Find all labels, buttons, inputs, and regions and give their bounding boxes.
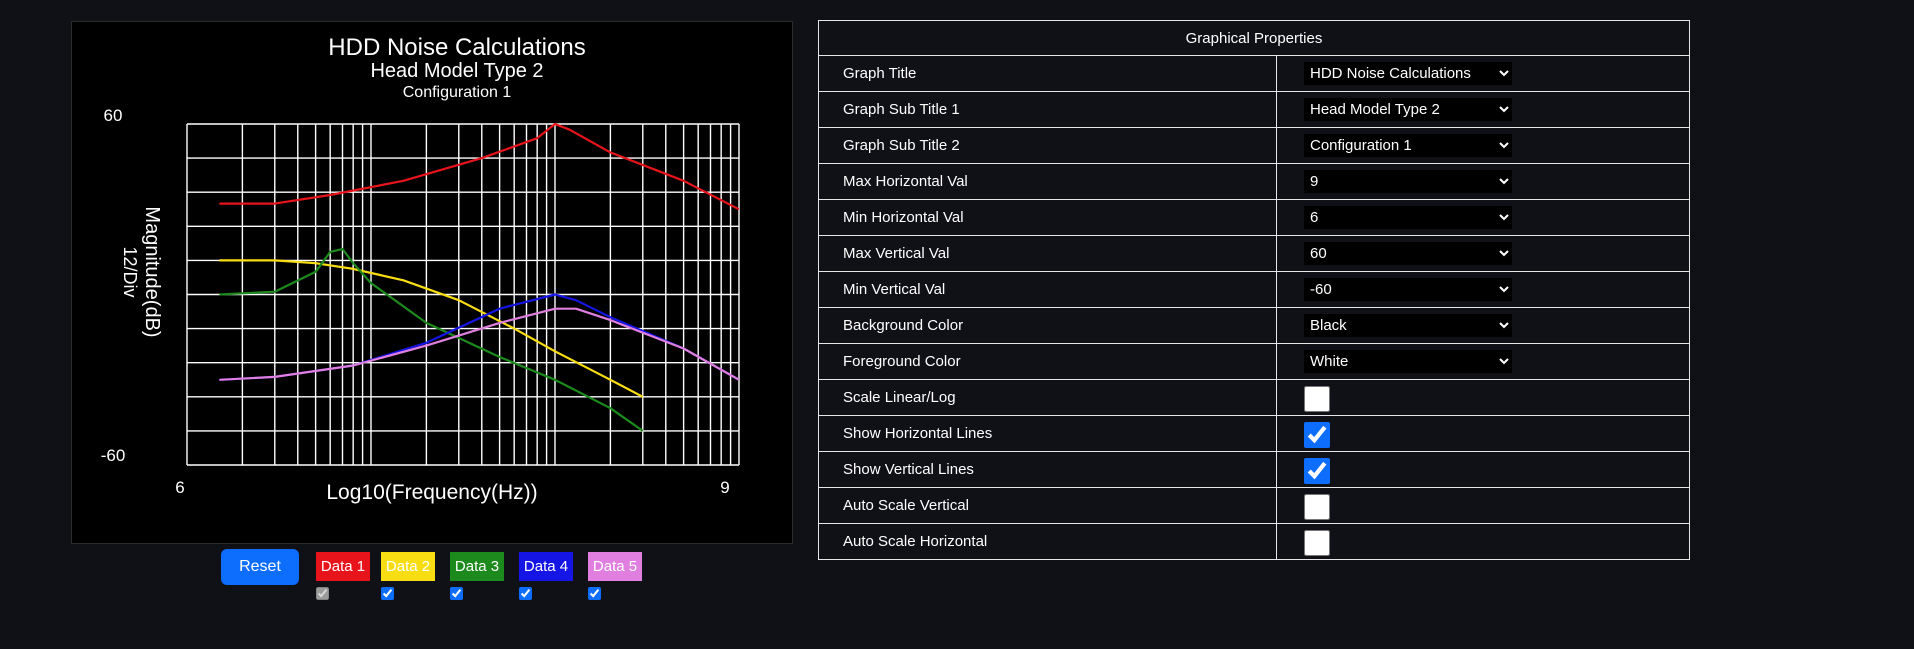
property-select-max-vertical-val[interactable]: 60: [1304, 242, 1512, 265]
property-value-cell-auto-scale-vertical: [1276, 487, 1690, 524]
property-row-show-vertical-lines: Show Vertical Lines: [818, 451, 1690, 488]
property-row-auto-scale-vertical: Auto Scale Vertical: [818, 487, 1690, 524]
property-row-show-horizontal-lines: Show Horizontal Lines: [818, 415, 1690, 452]
property-label-graph-title: Graph Title: [818, 55, 1277, 92]
y-tick-label-max: 60: [104, 106, 123, 125]
property-row-min-horizontal-val: Min Horizontal Val 6: [818, 199, 1690, 236]
x-tick-label-max: 9: [720, 478, 729, 497]
graphical-properties-table: Graphical Properties Graph Title HDD Nois…: [818, 20, 1690, 560]
chart-subtitle-1: Head Model Type 2: [370, 60, 543, 82]
x-tick-label-min: 6: [175, 478, 184, 497]
property-select-min-vertical-val[interactable]: -60: [1304, 278, 1512, 301]
noise-chart: HDD Noise Calculations Head Model Type 2…: [101, 34, 740, 504]
series-label-3[interactable]: Data 3: [450, 552, 504, 581]
property-value-cell-max-horizontal-val: 9: [1276, 163, 1690, 200]
series-toggle-3: Data 3: [450, 552, 504, 600]
chart-title: HDD Noise Calculations: [328, 34, 585, 61]
y-axis-label: Magnitude(dB): [141, 206, 163, 337]
y-axis-division-label: 12/Div: [120, 246, 140, 297]
property-value-cell-show-horizontal-lines: [1276, 415, 1690, 452]
property-row-background-color: Background Color Black: [818, 307, 1690, 344]
series-toggle-4: Data 4: [519, 552, 573, 600]
property-value-cell-background-color: Black: [1276, 307, 1690, 344]
property-label-graph-sub-title-2: Graph Sub Title 2: [818, 127, 1277, 164]
series-label-2[interactable]: Data 2: [381, 552, 435, 581]
series-checkbox-3[interactable]: [450, 587, 463, 600]
property-row-scale-linear-log: Scale Linear/Log: [818, 379, 1690, 416]
chart-subtitle-2: Configuration 1: [403, 84, 512, 101]
property-select-graph-title[interactable]: HDD Noise Calculations: [1304, 62, 1512, 85]
property-value-cell-scale-linear-log: [1276, 379, 1690, 416]
property-row-max-vertical-val: Max Vertical Val 60: [818, 235, 1690, 272]
property-label-show-horizontal-lines: Show Horizontal Lines: [818, 415, 1277, 452]
property-row-graph-sub-title-2: Graph Sub Title 2 Configuration 1: [818, 127, 1690, 164]
property-value-cell-min-horizontal-val: 6: [1276, 199, 1690, 236]
property-label-background-color: Background Color: [818, 307, 1277, 344]
properties-header: Graphical Properties: [818, 20, 1690, 56]
property-row-max-horizontal-val: Max Horizontal Val 9: [818, 163, 1690, 200]
property-row-auto-scale-horizontal: Auto Scale Horizontal: [818, 523, 1690, 560]
series-label-4[interactable]: Data 4: [519, 552, 573, 581]
property-value-cell-show-vertical-lines: [1276, 451, 1690, 488]
reset-button[interactable]: Reset: [221, 549, 299, 585]
series-toggle-2: Data 2: [381, 552, 435, 600]
series-label-5[interactable]: Data 5: [588, 552, 642, 581]
property-label-show-vertical-lines: Show Vertical Lines: [818, 451, 1277, 488]
property-value-cell-graph-sub-title-2: Configuration 1: [1276, 127, 1690, 164]
property-value-cell-min-vertical-val: -60: [1276, 271, 1690, 308]
property-value-cell-max-vertical-val: 60: [1276, 235, 1690, 272]
property-select-background-color[interactable]: Black: [1304, 314, 1512, 337]
property-label-foreground-color: Foreground Color: [818, 343, 1277, 380]
property-value-cell-graph-title: HDD Noise Calculations: [1276, 55, 1690, 92]
series-checkbox-5[interactable]: [588, 587, 601, 600]
property-checkbox-show-horizontal-lines[interactable]: [1304, 422, 1330, 448]
y-tick-label-min: -60: [101, 446, 126, 465]
property-checkbox-auto-scale-vertical[interactable]: [1304, 494, 1330, 520]
chart-grid: [186, 123, 740, 466]
chart-panel: HDD Noise Calculations Head Model Type 2…: [71, 21, 793, 544]
property-checkbox-show-vertical-lines[interactable]: [1304, 458, 1330, 484]
property-label-min-vertical-val: Min Vertical Val: [818, 271, 1277, 308]
series-checkbox-1[interactable]: [316, 587, 329, 600]
property-label-scale-linear-log: Scale Linear/Log: [818, 379, 1277, 416]
property-row-graph-title: Graph Title HDD Noise Calculations: [818, 55, 1690, 92]
property-label-graph-sub-title-1: Graph Sub Title 1: [818, 91, 1277, 128]
property-value-cell-graph-sub-title-1: Head Model Type 2: [1276, 91, 1690, 128]
property-select-min-horizontal-val[interactable]: 6: [1304, 206, 1512, 229]
property-label-max-horizontal-val: Max Horizontal Val: [818, 163, 1277, 200]
property-select-max-horizontal-val[interactable]: 9: [1304, 170, 1512, 193]
property-value-cell-auto-scale-horizontal: [1276, 523, 1690, 560]
property-value-cell-foreground-color: White: [1276, 343, 1690, 380]
properties-header-row: Graphical Properties: [818, 20, 1690, 56]
series-toggle-1: Data 1: [316, 552, 370, 600]
property-row-foreground-color: Foreground Color White: [818, 343, 1690, 380]
series-toggle-5: Data 5: [588, 552, 642, 600]
property-select-graph-sub-title-2[interactable]: Configuration 1: [1304, 134, 1512, 157]
property-checkbox-auto-scale-horizontal[interactable]: [1304, 530, 1330, 556]
property-select-foreground-color[interactable]: White: [1304, 350, 1512, 373]
property-label-auto-scale-horizontal: Auto Scale Horizontal: [818, 523, 1277, 560]
property-row-min-vertical-val: Min Vertical Val -60: [818, 271, 1690, 308]
property-select-graph-sub-title-1[interactable]: Head Model Type 2: [1304, 98, 1512, 121]
property-label-max-vertical-val: Max Vertical Val: [818, 235, 1277, 272]
series-label-1[interactable]: Data 1: [316, 552, 370, 581]
property-checkbox-scale-linear-log[interactable]: [1304, 386, 1330, 412]
series-checkbox-4[interactable]: [519, 587, 532, 600]
property-row-graph-sub-title-1: Graph Sub Title 1 Head Model Type 2: [818, 91, 1690, 128]
property-label-min-horizontal-val: Min Horizontal Val: [818, 199, 1277, 236]
properties-body: Graph Title HDD Noise Calculations Graph S…: [818, 55, 1690, 560]
series-checkbox-2[interactable]: [381, 587, 394, 600]
x-axis-label: Log10(Frequency(Hz)): [326, 481, 537, 504]
property-label-auto-scale-vertical: Auto Scale Vertical: [818, 487, 1277, 524]
